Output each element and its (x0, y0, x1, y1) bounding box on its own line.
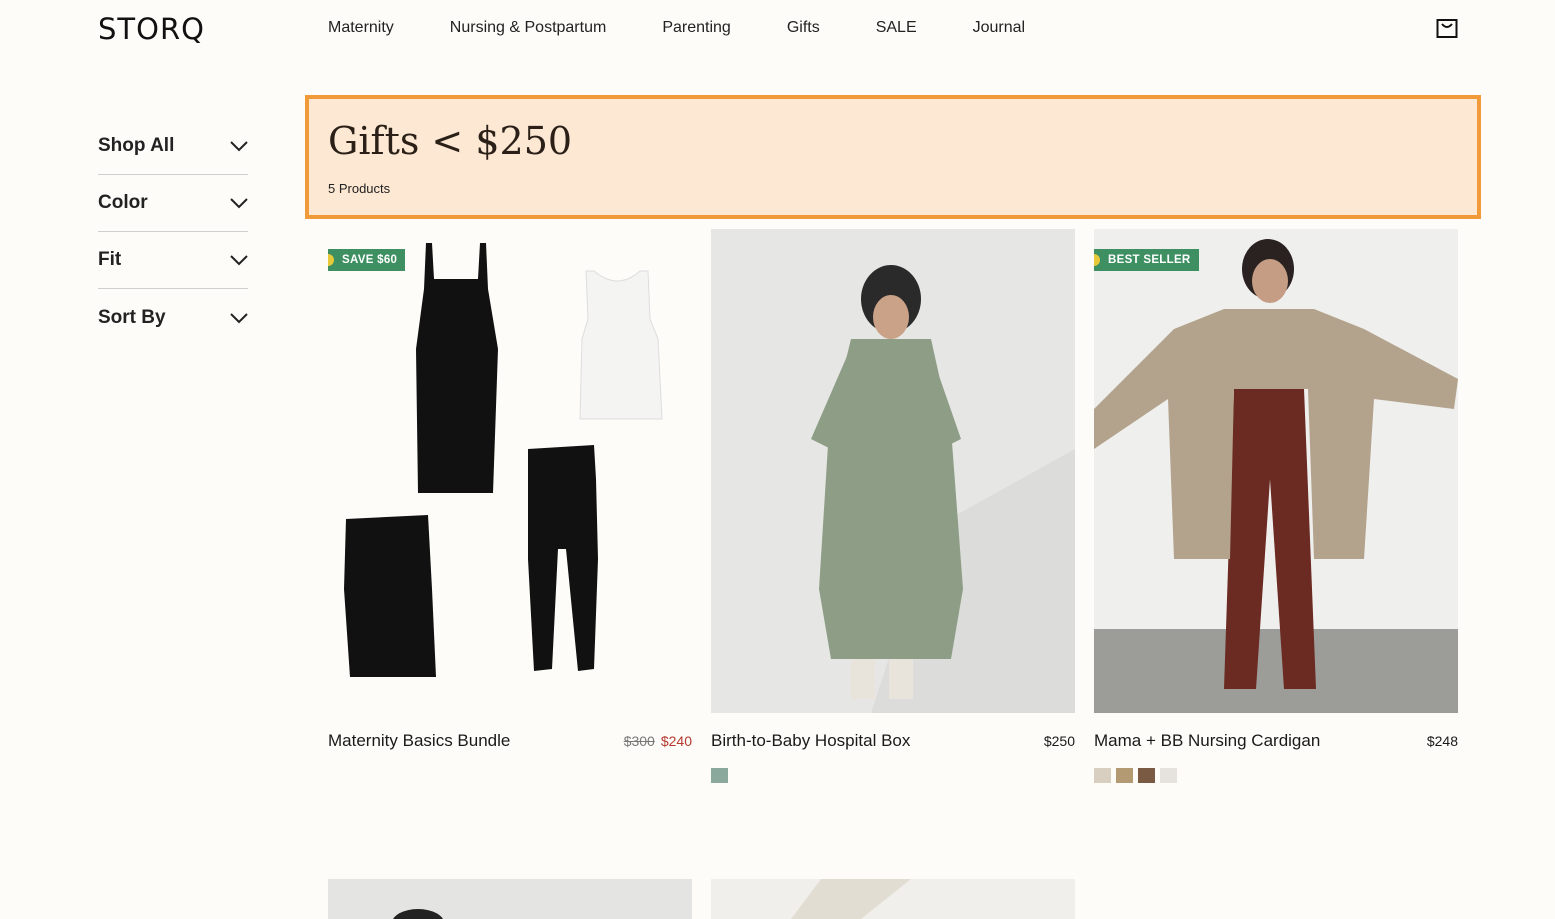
color-swatch[interactable] (711, 768, 728, 783)
badge: BEST SELLER (1094, 249, 1199, 271)
main-nav: Maternity Nursing & Postpartum Parenting… (328, 19, 1081, 37)
product-name[interactable]: Mama + BB Nursing Cardigan (1094, 731, 1320, 751)
color-swatch[interactable] (1138, 768, 1155, 783)
chevron-down-icon (230, 198, 248, 209)
original-price: $300 (623, 733, 655, 749)
nav-maternity[interactable]: Maternity (328, 19, 394, 37)
color-swatches (711, 768, 1075, 783)
filter-sidebar: Shop All Color Fit Sort By (98, 118, 248, 346)
product-card[interactable]: SAVE $60 Maternity Basics Bundle $300 $24… (328, 229, 692, 751)
color-swatch[interactable] (1160, 768, 1177, 783)
chevron-down-icon (230, 141, 248, 152)
product-info: Mama + BB Nursing Cardigan $248 (1094, 731, 1458, 751)
shopping-bag-icon[interactable] (1436, 17, 1458, 39)
filter-label: Color (98, 192, 148, 213)
storq-logo[interactable]: STORQ (98, 12, 205, 46)
product-photo (393, 909, 443, 919)
badge-label: BEST SELLER (1108, 254, 1191, 266)
filter-color[interactable]: Color (98, 175, 248, 232)
badge-label: SAVE $60 (342, 254, 398, 266)
filter-sort-by[interactable]: Sort By (98, 289, 248, 346)
badge: SAVE $60 (328, 249, 406, 271)
site-header: STORQ Maternity Nursing & Postpartum Par… (0, 0, 1555, 58)
product-count: 5 Products (328, 181, 391, 196)
badge-dot-icon (1094, 254, 1100, 266)
product-photo (791, 879, 911, 919)
product-name[interactable]: Birth-to-Baby Hospital Box (711, 731, 910, 751)
nav-parenting[interactable]: Parenting (662, 19, 731, 37)
product-price: $248 (1426, 733, 1458, 749)
color-swatch[interactable] (1094, 768, 1111, 783)
robe-photo (711, 229, 1075, 713)
product-image[interactable] (711, 229, 1075, 713)
filter-shop-all[interactable]: Shop All (98, 118, 248, 175)
product-info: Maternity Basics Bundle $300 $240 (328, 731, 692, 751)
product-image[interactable] (711, 879, 1075, 919)
product-card[interactable]: BEST SELLER Mama + BB Nursing Cardigan $… (1094, 229, 1458, 783)
filter-label: Fit (98, 249, 122, 270)
nav-sale[interactable]: SALE (876, 19, 917, 37)
product-image[interactable] (328, 879, 692, 919)
nav-nursing-postpartum[interactable]: Nursing & Postpartum (450, 19, 607, 37)
product-name[interactable]: Maternity Basics Bundle (328, 731, 510, 751)
nav-gifts[interactable]: Gifts (787, 19, 820, 37)
product-image[interactable]: BEST SELLER (1094, 229, 1458, 713)
product-info: Birth-to-Baby Hospital Box $250 (711, 731, 1075, 751)
product-image[interactable]: SAVE $60 (328, 229, 692, 713)
chevron-down-icon (230, 312, 248, 323)
page-title: Gifts < $250 (328, 119, 573, 163)
bundle-photo (344, 243, 663, 677)
sale-price: $240 (660, 733, 692, 749)
color-swatches (1094, 768, 1458, 783)
color-swatch[interactable] (1116, 768, 1133, 783)
product-card[interactable]: Birth-to-Baby Hospital Box $250 (711, 229, 1075, 783)
filter-label: Sort By (98, 306, 166, 328)
chevron-down-icon (230, 255, 248, 266)
filter-fit[interactable]: Fit (98, 232, 248, 289)
collection-header: Gifts < $250 5 Products (305, 95, 1481, 219)
product-price: $250 (1043, 733, 1075, 749)
filter-label: Shop All (98, 135, 175, 156)
nav-journal[interactable]: Journal (973, 19, 1025, 37)
cardigan-photo (1094, 229, 1458, 713)
badge-dot-icon (328, 254, 334, 266)
product-price: $300 $240 (624, 733, 692, 749)
